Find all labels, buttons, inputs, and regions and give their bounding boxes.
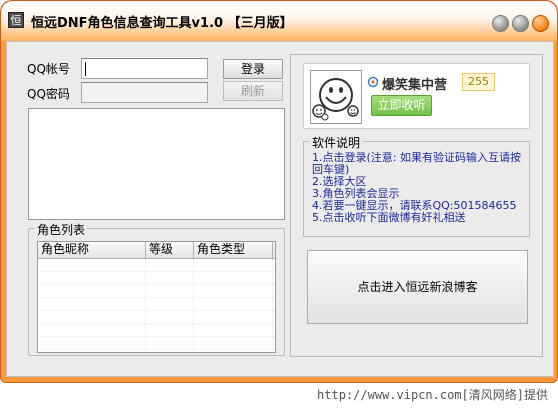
- role-list-header: 角色昵称 等级 角色类型: [38, 242, 275, 259]
- title-bar[interactable]: 恒 恒远DNF角色信息查询工具v1.0 【三月版】: [1, 1, 557, 41]
- qq-account-label: QQ帐号: [27, 62, 70, 76]
- description-title: 软件说明: [309, 134, 364, 151]
- qq-password-input[interactable]: [81, 82, 208, 103]
- column-header-level[interactable]: 等级: [146, 242, 194, 258]
- profile-name[interactable]: 爆笑集中营: [382, 74, 447, 93]
- client-area: QQ帐号 登录 QQ密码 刷新 角色列表 角色昵称 等级 角色类型 爆笑集中营 …: [6, 41, 554, 377]
- table-row: [38, 272, 275, 285]
- close-icon[interactable]: [532, 15, 549, 32]
- smiley-face-icon[interactable]: [310, 70, 362, 124]
- enter-weibo-button[interactable]: 点击进入恒远新浪博客: [307, 250, 528, 324]
- fans-count-badge: 255: [462, 73, 495, 91]
- text-caret: [85, 62, 86, 76]
- qq-account-input[interactable]: [81, 58, 208, 79]
- table-row: [38, 324, 275, 337]
- description-list: 1.点击登录(注意: 如果有验证码输入互请按回车键) 2.选择大区 3.角色列表…: [312, 152, 526, 224]
- table-row: [38, 259, 275, 272]
- right-panel: 爆笑集中营 255 立即收听 软件说明 1.点击登录(注意: 如果有验证码输入互…: [290, 54, 543, 357]
- role-listview[interactable]: 角色昵称 等级 角色类型: [37, 241, 276, 353]
- watermark-text: http://www.vipcn.com[清风网络]提供: [317, 388, 548, 402]
- table-row: [38, 337, 275, 350]
- table-row: [38, 298, 275, 311]
- description-line: 5.点击收听下面微博有奸礼相送: [312, 211, 466, 224]
- column-header-nickname[interactable]: 角色昵称: [38, 242, 146, 258]
- weibo-icon: [367, 76, 379, 88]
- login-button[interactable]: 登录: [223, 59, 283, 79]
- table-row: [38, 311, 275, 324]
- log-output-box[interactable]: [28, 108, 285, 220]
- refresh-button[interactable]: 刷新: [223, 81, 283, 101]
- listen-now-button[interactable]: 立即收听: [371, 95, 432, 116]
- app-logo-icon: 恒: [8, 12, 24, 28]
- description-line: 1.点击登录(注意: 如果有验证码输入互请按回车键): [312, 151, 521, 176]
- minimize-icon[interactable]: [492, 15, 509, 32]
- column-header-type[interactable]: 角色类型: [194, 242, 273, 258]
- description-group: 软件说明 1.点击登录(注意: 如果有验证码输入互请按回车键) 2.选择大区 3…: [303, 134, 530, 237]
- window-title: 恒远DNF角色信息查询工具v1.0 【三月版】: [31, 16, 293, 31]
- maximize-icon[interactable]: [512, 15, 529, 32]
- app-window: 恒 恒远DNF角色信息查询工具v1.0 【三月版】 QQ帐号 登录 QQ密码 刷…: [0, 0, 558, 383]
- weibo-profile-card: 爆笑集中营 255 立即收听: [303, 63, 530, 129]
- role-list-group: 角色列表 角色昵称 等级 角色类型: [28, 221, 285, 356]
- table-row: [38, 285, 275, 298]
- qq-password-label: QQ密码: [27, 87, 70, 101]
- role-list-title: 角色列表: [35, 221, 88, 238]
- footer-bar: http://www.vipcn.com[清风网络]提供: [0, 383, 558, 408]
